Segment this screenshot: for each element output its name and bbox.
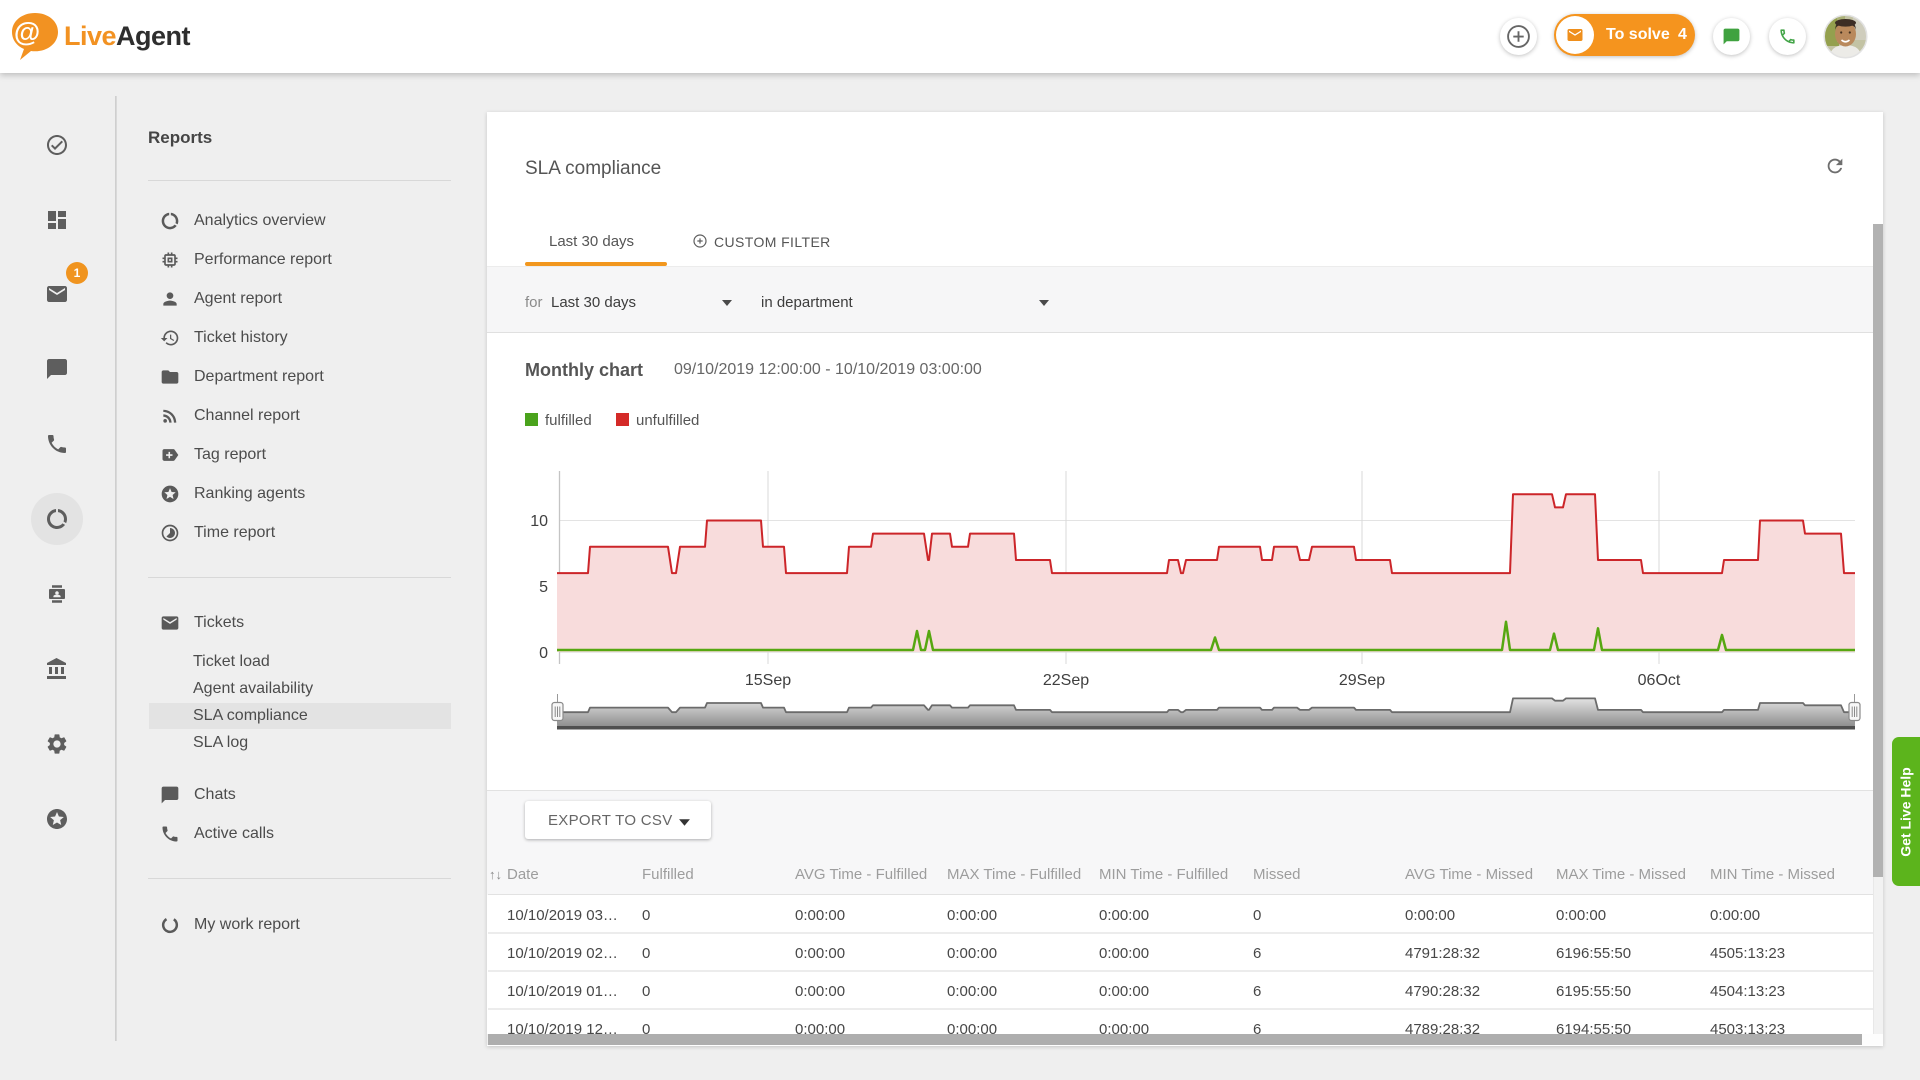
- svg-text:6196:55:50: 6196:55:50: [1556, 945, 1631, 962]
- svg-text:22Sep: 22Sep: [1043, 672, 1089, 689]
- svg-text:Date: Date: [507, 866, 539, 883]
- svg-text:10/10/2019 03…: 10/10/2019 03…: [507, 907, 618, 924]
- svg-text:10: 10: [530, 513, 548, 530]
- svg-text:6195:55:50: 6195:55:50: [1556, 983, 1631, 1000]
- svg-text:10/10/2019 01…: 10/10/2019 01…: [507, 983, 618, 1000]
- svg-text:0:00:00: 0:00:00: [1099, 983, 1149, 1000]
- svg-text:MAX Time - Fulfilled: MAX Time - Fulfilled: [947, 866, 1081, 883]
- svg-text:5: 5: [539, 579, 548, 596]
- svg-text:MIN Time - Fulfilled: MIN Time - Fulfilled: [1099, 866, 1228, 883]
- svg-text:Fulfilled: Fulfilled: [642, 866, 694, 883]
- svg-text:AVG Time - Fulfilled: AVG Time - Fulfilled: [795, 866, 927, 883]
- svg-text:0: 0: [642, 945, 650, 962]
- svg-text:0:00:00: 0:00:00: [1710, 907, 1760, 924]
- svg-text:0:00:00: 0:00:00: [1099, 907, 1149, 924]
- svg-text:0: 0: [1253, 907, 1261, 924]
- svg-text:Missed: Missed: [1253, 866, 1301, 883]
- svg-text:06Oct: 06Oct: [1638, 672, 1681, 689]
- svg-text:4504:13:23: 4504:13:23: [1710, 983, 1785, 1000]
- svg-text:0:00:00: 0:00:00: [1405, 907, 1455, 924]
- svg-text:0:00:00: 0:00:00: [795, 945, 845, 962]
- svg-text:29Sep: 29Sep: [1339, 672, 1385, 689]
- svg-text:4791:28:32: 4791:28:32: [1405, 945, 1480, 962]
- svg-text:6: 6: [1253, 945, 1261, 962]
- svg-text:0:00:00: 0:00:00: [795, 907, 845, 924]
- svg-text:0:00:00: 0:00:00: [947, 945, 997, 962]
- svg-text:0:00:00: 0:00:00: [947, 907, 997, 924]
- svg-text:@: @: [14, 17, 40, 47]
- svg-text:MAX Time - Missed: MAX Time - Missed: [1556, 866, 1686, 883]
- svg-text:0:00:00: 0:00:00: [947, 983, 997, 1000]
- svg-text:0:00:00: 0:00:00: [1556, 907, 1606, 924]
- svg-text:↑↓: ↑↓: [489, 867, 502, 882]
- svg-text:4790:28:32: 4790:28:32: [1405, 983, 1480, 1000]
- svg-text:10/10/2019 02…: 10/10/2019 02…: [507, 945, 618, 962]
- svg-text:MIN Time - Missed: MIN Time - Missed: [1710, 866, 1835, 883]
- svg-text:0: 0: [539, 645, 548, 662]
- svg-text:0:00:00: 0:00:00: [795, 983, 845, 1000]
- svg-text:15Sep: 15Sep: [745, 672, 791, 689]
- svg-text:0:00:00: 0:00:00: [1099, 945, 1149, 962]
- svg-text:0: 0: [642, 983, 650, 1000]
- svg-text:AVG Time - Missed: AVG Time - Missed: [1405, 866, 1533, 883]
- svg-text:0: 0: [642, 907, 650, 924]
- svg-text:6: 6: [1253, 983, 1261, 1000]
- svg-text:4505:13:23: 4505:13:23: [1710, 945, 1785, 962]
